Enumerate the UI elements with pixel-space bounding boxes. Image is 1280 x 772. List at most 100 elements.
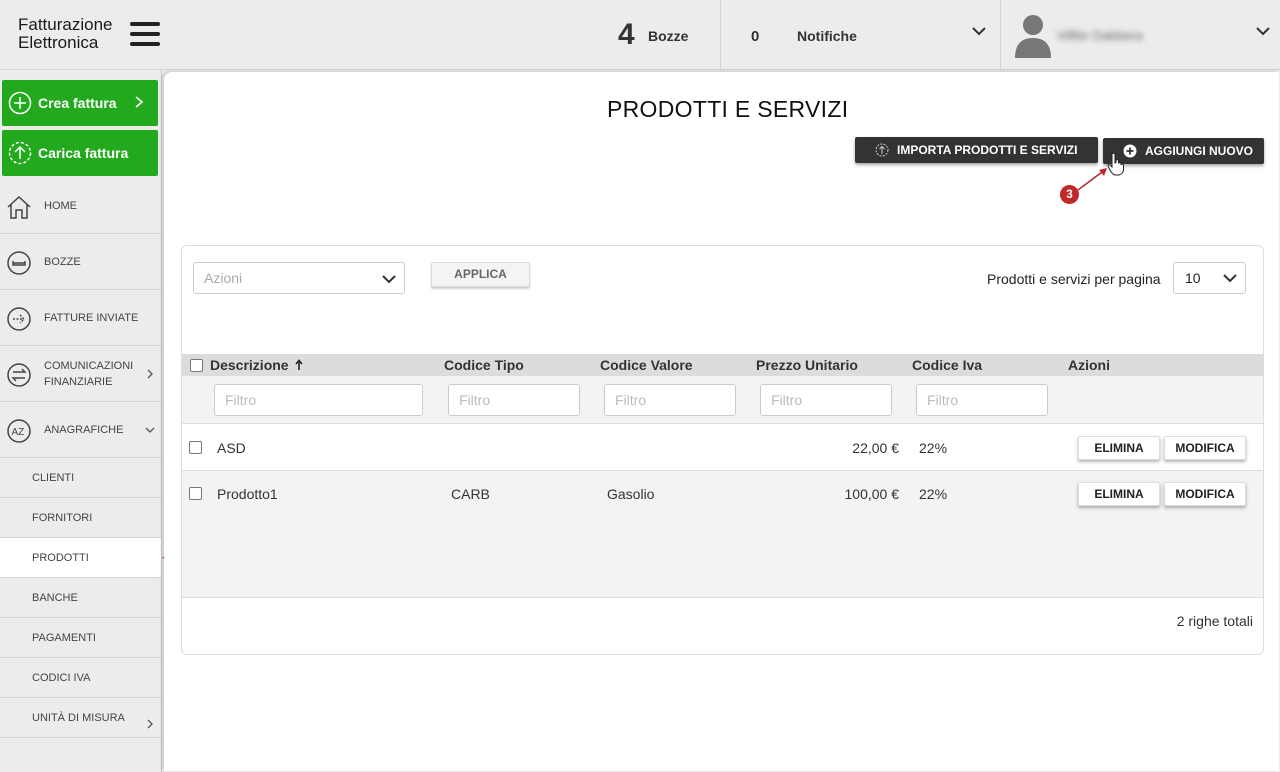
avatar xyxy=(1015,15,1051,58)
column-header-type-code[interactable]: Codice Tipo xyxy=(444,357,524,373)
total-rows: 2 righe totali xyxy=(1176,613,1253,629)
per-page-value: 10 xyxy=(1185,270,1201,286)
bulk-actions-select[interactable]: Azioni xyxy=(193,262,405,294)
column-header-actions: Azioni xyxy=(1068,357,1110,373)
plus-circle-icon xyxy=(8,91,32,115)
column-header-label: Descrizione xyxy=(210,357,289,373)
chevron-down-icon xyxy=(972,27,986,36)
user-menu[interactable]: Villfer Dabbera xyxy=(1000,0,1280,70)
page-title: PRODOTTI E SERVIZI xyxy=(607,96,849,122)
sidebar-item-label: COMUNICAZIONI FINANZIARIE xyxy=(44,359,134,388)
cell-description: ASD xyxy=(217,440,246,456)
sidebar-item-financial-comms[interactable]: COMUNICAZIONI FINANZIARIE xyxy=(0,346,161,402)
create-invoice-label: Crea fattura xyxy=(38,95,117,111)
chevron-down-icon xyxy=(382,275,396,284)
sidebar-item-registry[interactable]: AZ ANAGRAFICHE xyxy=(0,402,161,458)
main-content: PRODOTTI E SERVIZI IMPORTA PRODOTTI E SE… xyxy=(164,72,1279,771)
sidebar-subitem-banks[interactable]: BANCHE xyxy=(0,578,161,618)
sidebar-item-drafts[interactable]: BOZZE xyxy=(0,234,161,290)
cell-vat-code: 22% xyxy=(919,440,948,456)
value-code-filter-input[interactable]: Filtro xyxy=(604,384,736,416)
home-icon xyxy=(7,195,31,219)
add-new-button[interactable]: AGGIUNGI NUOVO xyxy=(1103,138,1264,164)
notifications-dropdown[interactable]: 0 Notifiche xyxy=(720,0,1000,70)
sent-invoices-icon xyxy=(7,307,31,331)
column-header-value-code[interactable]: Codice Valore xyxy=(600,357,693,373)
sidebar-subitem-clients[interactable]: CLIENTI xyxy=(0,458,161,498)
sidebar-item-label: FATTURE INVIATE xyxy=(44,311,139,324)
table-empty-area xyxy=(182,516,1263,598)
chevron-right-icon xyxy=(147,719,153,729)
import-products-button[interactable]: IMPORTA PRODOTTI E SERVIZI xyxy=(855,137,1098,163)
sidebar-subitem-units[interactable]: UNITÀ DI MISURA xyxy=(0,698,161,738)
sidebar-subitem-label: UNITÀ DI MISURA xyxy=(32,712,125,724)
delete-button[interactable]: ELIMINA xyxy=(1078,436,1160,460)
user-name: Villfer Dabbera xyxy=(1057,28,1143,43)
financial-comms-icon xyxy=(7,363,31,387)
edit-button[interactable]: MODIFICA xyxy=(1164,436,1246,460)
logo-line2: Elettronica xyxy=(18,33,99,52)
upload-icon xyxy=(8,141,32,165)
sidebar-item-home[interactable]: HOME xyxy=(0,178,161,234)
hamburger-menu-icon[interactable] xyxy=(130,22,160,46)
chevron-down-icon xyxy=(145,427,155,433)
callout-arrow xyxy=(1077,168,1107,191)
column-header-vat-code[interactable]: Codice Iva xyxy=(912,357,982,373)
drafts-label: Bozze xyxy=(648,28,689,44)
sidebar-subitem-products[interactable]: PRODOTTI xyxy=(0,538,161,578)
table-row: ASD 22,00 € 22% ELIMINA MODIFICA xyxy=(182,425,1263,471)
drafts-icon xyxy=(7,251,31,275)
products-panel: Azioni APPLICA Prodotti e servizi per pa… xyxy=(181,245,1264,655)
cell-vat-code: 22% xyxy=(919,486,948,502)
per-page-select[interactable]: 10 xyxy=(1173,262,1246,294)
bulk-actions-placeholder: Azioni xyxy=(204,270,243,286)
unit-price-filter-input[interactable]: Filtro xyxy=(760,384,892,416)
chevron-down-icon xyxy=(1256,27,1270,36)
notifications-count: 0 xyxy=(751,28,760,45)
drafts-indicator[interactable]: 4 Bozze xyxy=(612,0,720,70)
column-header-unit-price[interactable]: Prezzo Unitario xyxy=(756,357,858,373)
logo-line1: Fatturazione xyxy=(18,15,113,34)
top-bar: Fatturazione Elettronica 4 Bozze 0 Notif… xyxy=(0,0,1280,70)
app-logo[interactable]: Fatturazione Elettronica xyxy=(18,16,113,52)
upload-invoice-label: Carica fattura xyxy=(38,145,129,161)
cell-value-code: Gasolio xyxy=(607,486,655,502)
svg-text:AZ: AZ xyxy=(12,427,25,438)
upload-invoice-button[interactable]: Carica fattura xyxy=(2,130,158,176)
sidebar-item-label: BOZZE xyxy=(44,255,81,268)
edit-button[interactable]: MODIFICA xyxy=(1164,482,1246,506)
per-page-label: Prodotti e servizi per pagina xyxy=(987,271,1161,287)
delete-button[interactable]: ELIMINA xyxy=(1078,482,1160,506)
description-filter-input[interactable]: Filtro xyxy=(214,384,423,416)
column-header-description[interactable]: Descrizione xyxy=(210,357,304,373)
sidebar-subitem-payments[interactable]: PAGAMENTI xyxy=(0,618,161,658)
cell-unit-price: 100,00 € xyxy=(844,486,900,502)
sidebar-subitem-vat-codes[interactable]: CODICI IVA xyxy=(0,658,161,698)
import-button-label: IMPORTA PRODOTTI E SERVIZI xyxy=(897,143,1078,157)
select-all-checkbox[interactable] xyxy=(190,359,203,372)
type-code-filter-input[interactable]: Filtro xyxy=(448,384,580,416)
drafts-count: 4 xyxy=(618,18,635,51)
create-invoice-button[interactable]: Crea fattura xyxy=(2,80,158,126)
apply-button[interactable]: APPLICA xyxy=(431,262,530,287)
sidebar-item-sent-invoices[interactable]: FATTURE INVIATE xyxy=(0,290,161,346)
sidebar: Crea fattura Carica fattura HOME BOZZE F… xyxy=(0,70,162,772)
registry-icon: AZ xyxy=(7,419,31,443)
vat-code-filter-input[interactable]: Filtro xyxy=(916,384,1048,416)
sidebar-item-label: ANAGRAFICHE xyxy=(44,423,124,436)
chevron-right-icon xyxy=(135,96,144,108)
cell-unit-price: 22,00 € xyxy=(852,440,899,456)
sidebar-subitem-suppliers[interactable]: FORNITORI xyxy=(0,498,161,538)
cell-type-code: CARB xyxy=(451,486,490,502)
chevron-down-icon xyxy=(1223,274,1237,283)
add-button-label: AGGIUNGI NUOVO xyxy=(1145,144,1254,158)
sort-ascending-icon xyxy=(295,359,304,370)
callout-badge-3: 3 xyxy=(1060,185,1079,204)
cell-description: Prodotto1 xyxy=(217,486,278,502)
notifications-label: Notifiche xyxy=(797,28,857,44)
row-checkbox[interactable] xyxy=(189,487,202,500)
row-checkbox[interactable] xyxy=(189,441,202,454)
chevron-right-icon xyxy=(147,369,153,379)
table-header: Descrizione Codice Tipo Codice Valore Pr… xyxy=(182,354,1263,376)
table-row: Prodotto1 CARB Gasolio 100,00 € 22% ELIM… xyxy=(182,471,1263,517)
